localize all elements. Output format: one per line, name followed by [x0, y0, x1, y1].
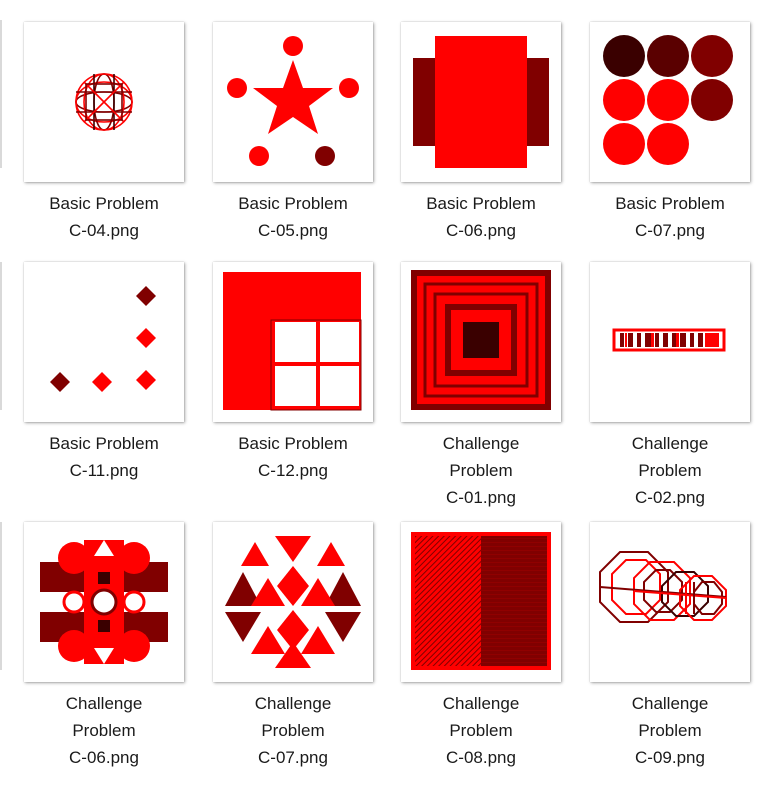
hatched-square-image — [401, 522, 561, 682]
square-windows-image — [213, 262, 373, 422]
file-name: Challenge Problem C-08.png — [442, 694, 520, 767]
triangles-diamonds-image — [213, 522, 373, 682]
file-name: Basic Problem C-06.png — [426, 194, 536, 240]
file-name: Basic Problem C-11.png — [49, 434, 159, 480]
diamonds-image — [24, 262, 184, 422]
octagons-image — [590, 522, 750, 682]
file-name: Basic Problem C-05.png — [238, 194, 348, 240]
file-name: Challenge Problem C-01.png — [442, 434, 520, 507]
file-name: Challenge Problem C-06.png — [65, 694, 143, 767]
rectangles-image — [401, 22, 561, 182]
file-name: Basic Problem C-07.png — [615, 194, 725, 240]
file-name: Basic Problem C-12.png — [238, 434, 348, 480]
file-name: Challenge Problem C-02.png — [631, 434, 709, 507]
file-name: Challenge Problem C-07.png — [254, 694, 332, 767]
star-circles-image — [213, 22, 373, 182]
circles-grid-image — [590, 22, 750, 182]
file-grid: Basic Problem C-04.png Basic Problem C-05.… — [0, 0, 779, 786]
sphere-grid-image — [24, 22, 184, 182]
file-name: Basic Problem C-04.png — [49, 194, 159, 240]
nested-squares-image — [401, 262, 561, 422]
barcode-strip-image — [590, 262, 750, 422]
file-name: Challenge Problem C-09.png — [631, 694, 709, 767]
circles-crosses-image — [24, 522, 184, 682]
